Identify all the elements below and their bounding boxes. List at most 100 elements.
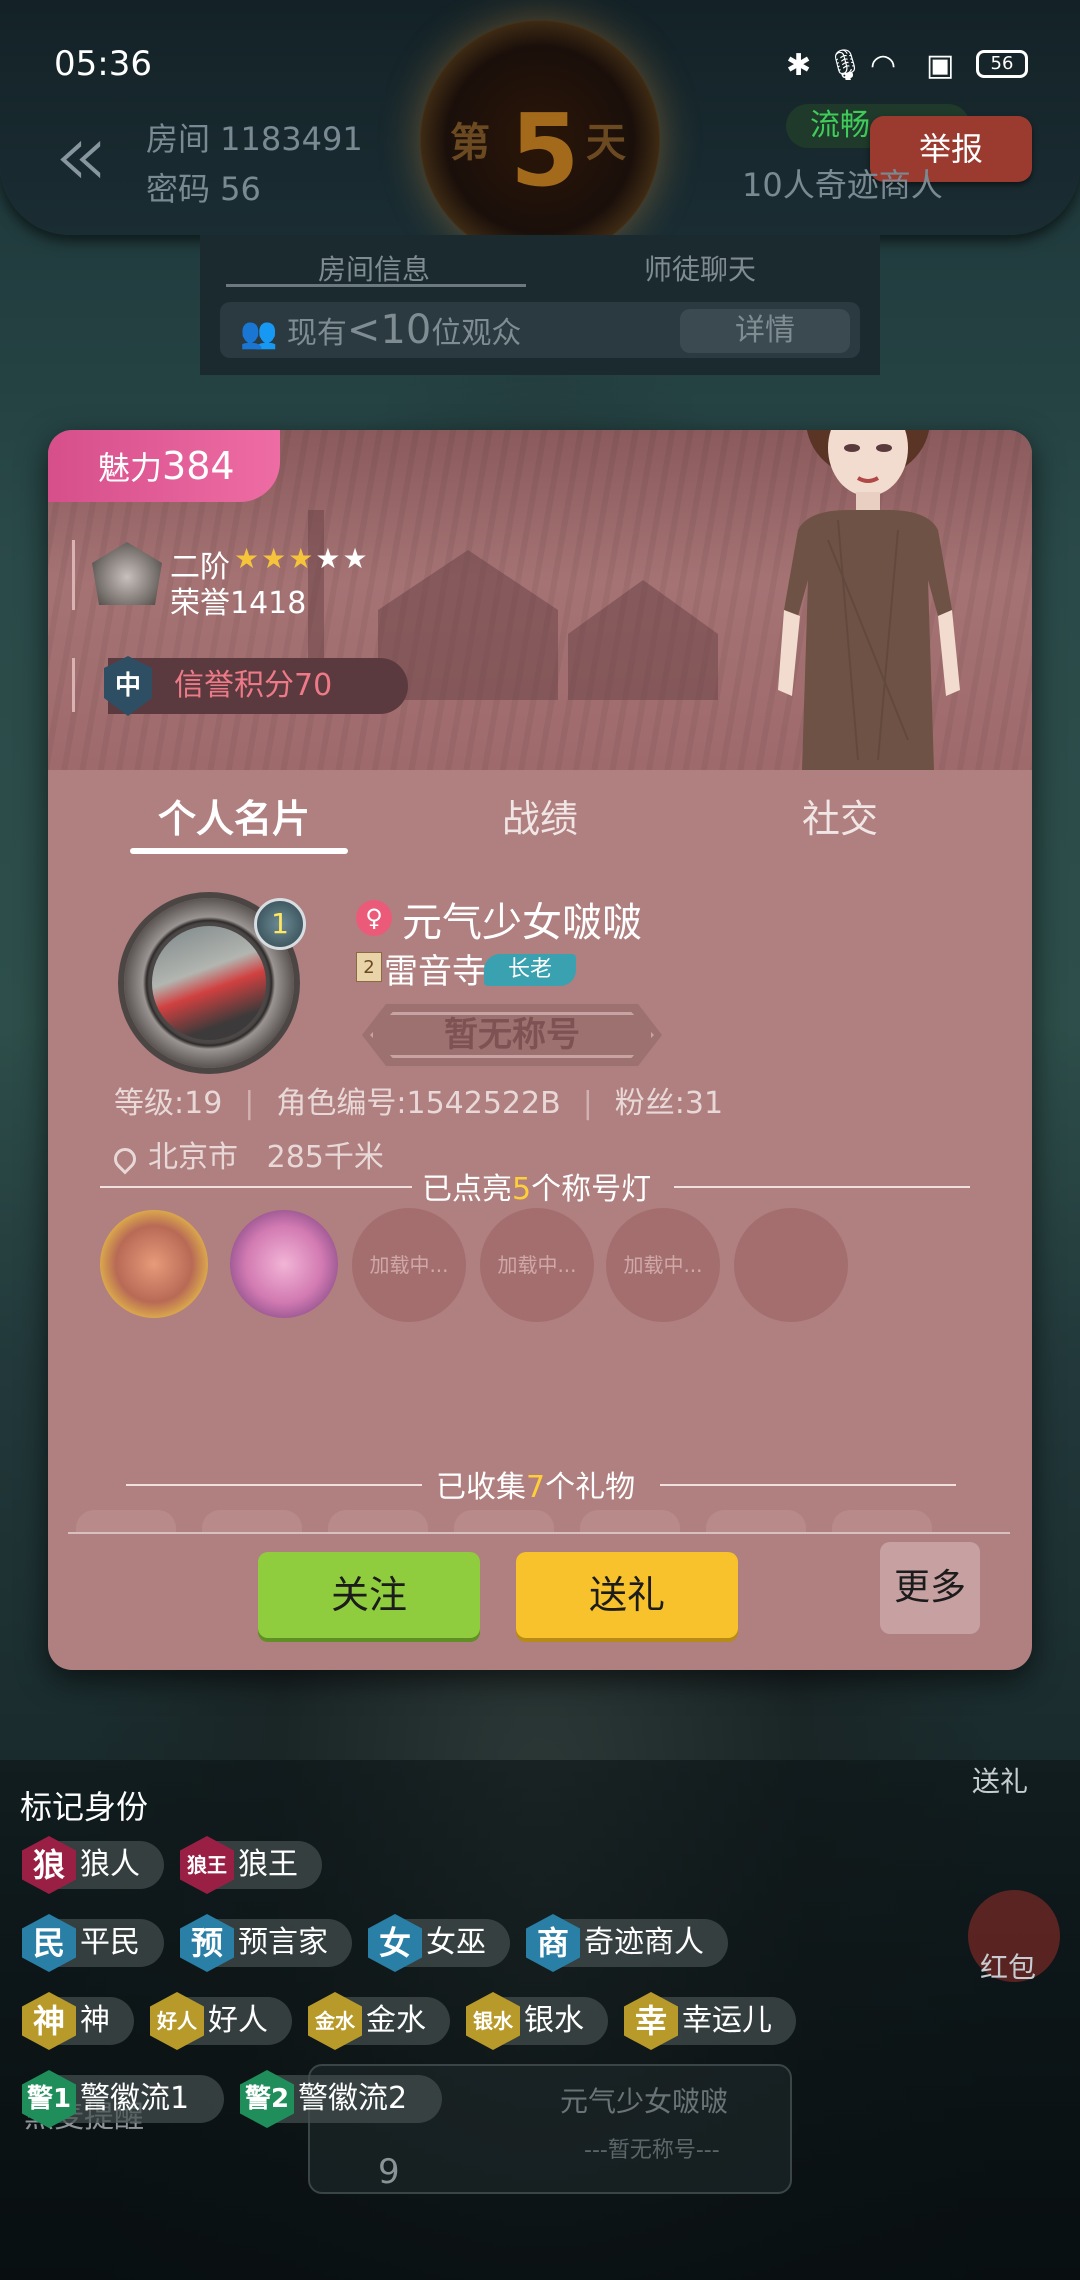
day-suffix: 天: [586, 120, 626, 166]
star-empty-icon: ★: [315, 542, 343, 575]
microphone-icon: 🎙: [826, 48, 865, 83]
section-divider: [660, 1484, 956, 1486]
tab-mentor-chat[interactable]: 师徒聊天: [644, 248, 756, 288]
status-time: 05:36: [54, 44, 152, 84]
battery-indicator: 56: [976, 50, 1028, 78]
avatar-level-badge: 1: [254, 898, 306, 950]
marker-label: 幸运儿: [682, 2003, 772, 2038]
room-tab-indicator: [226, 284, 526, 287]
stats-divider: |: [582, 1086, 593, 1121]
potion-title-light-icon[interactable]: [230, 1210, 338, 1318]
bluetooth-icon: ✱: [786, 48, 812, 83]
marker-label: 狼人: [80, 1847, 140, 1882]
marker-label: 好人: [208, 2003, 268, 2038]
stats-divider: |: [244, 1086, 255, 1121]
player-profile-modal: 魅力384 二阶 ★★★★★ 荣誉1418 信誉积分70 中 个人名片 战绩 社…: [48, 430, 1032, 1670]
gift-item[interactable]: [706, 1510, 806, 1534]
rank-divider: [72, 540, 75, 610]
gift-item[interactable]: [580, 1510, 680, 1534]
gifts-divider: [68, 1532, 1010, 1534]
room-password: 密码 56: [146, 170, 261, 208]
marker-label: 金水: [366, 2003, 426, 2038]
viewers-icon: 👥: [240, 316, 278, 351]
seat-player-name: 元气少女啵啵: [560, 2085, 729, 2118]
guild-role-badge: 长老: [484, 954, 576, 986]
gift-item[interactable]: [832, 1510, 932, 1534]
section-divider: [100, 1186, 412, 1188]
tab-battle-record[interactable]: 战绩: [502, 788, 578, 843]
seat-number: 9: [378, 2152, 400, 2192]
avatar[interactable]: [152, 926, 266, 1040]
viewers-details-button[interactable]: 详情: [680, 309, 850, 353]
werewolf-title-light-icon[interactable]: [100, 1210, 208, 1318]
gifts-count: 7: [526, 1470, 546, 1505]
send-gift-button[interactable]: 送礼: [516, 1552, 738, 1638]
star-filled-icon: ★: [261, 542, 289, 575]
player-fans: 粉丝:31: [614, 1086, 724, 1121]
honor-label: 荣誉1418: [170, 586, 307, 621]
wifi-icon: ◠: [870, 48, 897, 83]
credit-divider: [72, 658, 75, 712]
section-divider: [674, 1186, 970, 1188]
location-pin-icon: [109, 1142, 141, 1175]
back-button[interactable]: «: [52, 111, 107, 201]
gifts-suffix: 个礼物: [545, 1470, 636, 1505]
female-icon: ♀: [356, 900, 392, 936]
tab-room-info[interactable]: 房间信息: [318, 248, 430, 288]
gift-item[interactable]: [76, 1510, 176, 1534]
charm-label: 魅力: [98, 449, 163, 487]
credit-score-bar: 信誉积分70: [108, 658, 408, 714]
seat-player-title: ---暂无称号---: [584, 2138, 720, 2163]
player-location: 北京市 285千米: [109, 1132, 384, 1176]
charm-badge: 魅力384: [48, 430, 280, 502]
title-lights-suffix: 个称号灯: [531, 1172, 652, 1207]
player-distance: 285千米: [266, 1140, 384, 1175]
gifts-collected-label: 已收集7个礼物: [436, 1462, 635, 1506]
marker-label: 狼王: [238, 1847, 298, 1882]
gifts-prefix: 已收集: [436, 1470, 526, 1505]
gift-item[interactable]: [454, 1510, 554, 1534]
gifts-strip[interactable]: [68, 1510, 1010, 1534]
banner-house-art: [568, 580, 718, 700]
marker-label: 平民: [80, 1925, 140, 1960]
marker-label: 神: [80, 2003, 110, 2038]
gift-item[interactable]: [328, 1510, 428, 1534]
title-lights-label: 已点亮5个称号灯: [422, 1164, 651, 1208]
title-light-loading: 加载中...: [480, 1208, 594, 1322]
player-level: 等级:19: [114, 1086, 223, 1121]
title-plate-border: [370, 1012, 654, 1058]
marker-label: 银水: [524, 2003, 584, 2038]
follow-button[interactable]: 关注: [258, 1552, 480, 1638]
star-empty-icon: ★: [342, 542, 370, 575]
identity-marker-title: 标记身份: [20, 1788, 149, 1826]
day-prefix: 第: [450, 120, 490, 166]
marker-label: 女巫: [426, 1925, 486, 1960]
viewers-suffix: 位观众: [431, 316, 522, 351]
section-divider: [126, 1484, 422, 1486]
tab-social[interactable]: 社交: [802, 788, 878, 843]
rank-stars: ★★★★★: [234, 542, 370, 575]
marker-label: 警徽流1: [80, 2081, 190, 2116]
player-city: 北京市: [148, 1140, 238, 1175]
marker-label: 预言家: [238, 1925, 328, 1960]
guild-rank-icon: 2: [356, 952, 382, 982]
title-light-loading: 加载中...: [352, 1208, 466, 1322]
day-number: 5: [510, 92, 580, 209]
title-lights-prefix: 已点亮: [422, 1172, 512, 1207]
more-button[interactable]: 更多: [880, 1542, 980, 1634]
title-light-empty: [734, 1208, 848, 1322]
marker-label: 奇迹商人: [584, 1925, 704, 1960]
viewers-count: <10: [346, 307, 432, 353]
guild-name[interactable]: 雷音寺: [384, 944, 486, 993]
viewers-prefix: 现有: [286, 316, 347, 351]
sim-icon: ▣: [926, 48, 955, 83]
banner-pole-art: [308, 510, 324, 680]
character-illustration: [778, 430, 960, 770]
tab-personal-card[interactable]: 个人名片: [158, 788, 310, 843]
red-packet-button[interactable]: 红包: [980, 1946, 1036, 1986]
gift-item[interactable]: [202, 1510, 302, 1534]
profile-tab-indicator: [130, 848, 348, 854]
side-gift-button[interactable]: 送礼: [972, 1760, 1028, 1800]
game-mode: 10人奇迹商人: [742, 166, 943, 204]
player-nickname: 元气少女啵啵: [402, 900, 642, 946]
